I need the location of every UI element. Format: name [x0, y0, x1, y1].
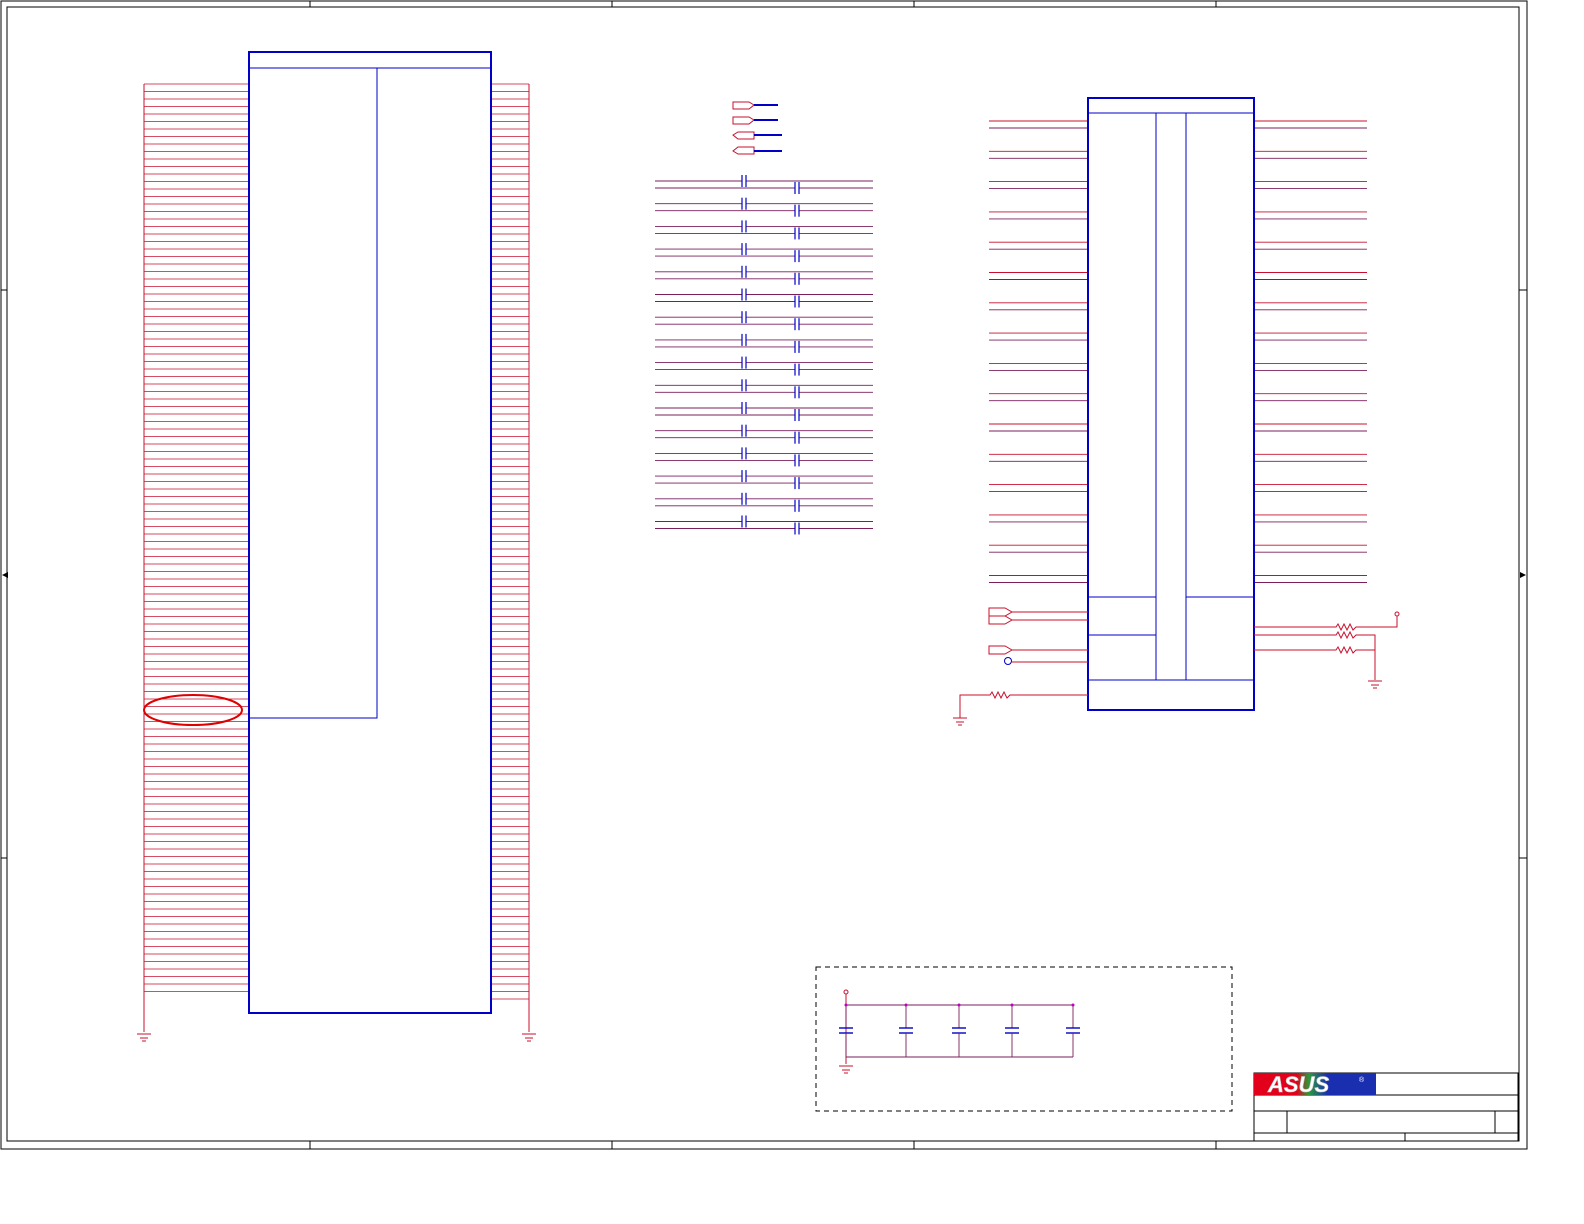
- test-point-icon: [1004, 657, 1088, 665]
- decoupling-cap-group: [815, 966, 1233, 1112]
- capacitor-icon: [741, 243, 747, 256]
- ic-left-body: [248, 51, 492, 1014]
- capacitor-icon: [794, 409, 800, 421]
- capacitor-icon: [794, 295, 800, 308]
- capacitor-icon: [741, 265, 747, 278]
- logo-registered-mark: ®: [1359, 1076, 1365, 1084]
- capacitor-icon: [741, 492, 747, 505]
- capacitor-icon: [794, 318, 800, 331]
- offpage-connector-icon: [732, 101, 778, 110]
- capacitor-icon: [794, 204, 800, 217]
- capacitor-icon: [794, 340, 800, 353]
- ic-left-pins-right: [491, 83, 529, 1000]
- capacitor-icon: [741, 515, 747, 528]
- capacitor-icon: [794, 454, 800, 467]
- resistor-icon: [1254, 645, 1375, 655]
- asus-logo: ASUS ®: [1254, 1072, 1376, 1097]
- resistor-icon: [1254, 630, 1376, 680]
- capacitor-icon: [741, 379, 747, 392]
- capacitor-icon: [952, 1003, 966, 1057]
- offpage-connector-icon: [988, 645, 1088, 655]
- capacitor-icon: [1005, 1003, 1019, 1057]
- ground-symbol-icon: [137, 1033, 151, 1042]
- ground-symbol-icon: [1368, 680, 1382, 689]
- resistor-icon: [1254, 611, 1400, 632]
- capacitor-icon: [899, 1003, 913, 1057]
- ic-right-pins: [989, 120, 1367, 583]
- offpage-connector-icon: [732, 131, 782, 140]
- capacitor-icon: [794, 499, 800, 512]
- capacitor-icon: [794, 386, 800, 399]
- capacitor-icon: [741, 175, 747, 187]
- capacitor-icon: [794, 431, 800, 444]
- ground-symbol-icon: [953, 717, 967, 726]
- capacitor-icon: [794, 272, 800, 285]
- schematic-sheet: ASUS ®: [0, 0, 1528, 1150]
- offpage-connector-icon: [732, 116, 778, 125]
- offpage-connector-icon: [988, 607, 1088, 625]
- capacitor-icon: [794, 363, 800, 376]
- ic-left-pins: [144, 83, 249, 992]
- capacitor-icon: [794, 522, 800, 535]
- capacitor-icon: [794, 250, 800, 263]
- capacitor-array: [655, 175, 873, 535]
- capacitor-icon: [741, 220, 747, 233]
- capacitor-icon: [794, 182, 800, 194]
- capacitor-icon: [741, 197, 747, 210]
- capacitor-icon: [741, 288, 747, 301]
- logo-wordmark: ASUS: [1267, 1072, 1329, 1097]
- capacitor-icon: [741, 402, 747, 414]
- zone-markers: [2, 572, 1526, 578]
- capacitor-icon: [741, 311, 747, 324]
- capacitor-icon: [741, 333, 747, 346]
- ic-right-body: [1087, 97, 1255, 711]
- capacitor-icon: [1066, 1003, 1080, 1057]
- capacitor-icon: [741, 424, 747, 437]
- capacitor-icon: [741, 356, 747, 369]
- resistor-icon: [959, 690, 1088, 718]
- highlight-ellipse: [143, 694, 243, 726]
- ground-symbol-icon: [839, 1065, 853, 1074]
- capacitor-icon: [794, 227, 800, 240]
- capacitor-icon: [741, 447, 747, 460]
- capacitor-icon: [741, 470, 747, 483]
- offpage-connector-icon: [732, 146, 782, 155]
- capacitor-icon: [794, 477, 800, 490]
- ground-symbol-icon: [522, 1033, 536, 1042]
